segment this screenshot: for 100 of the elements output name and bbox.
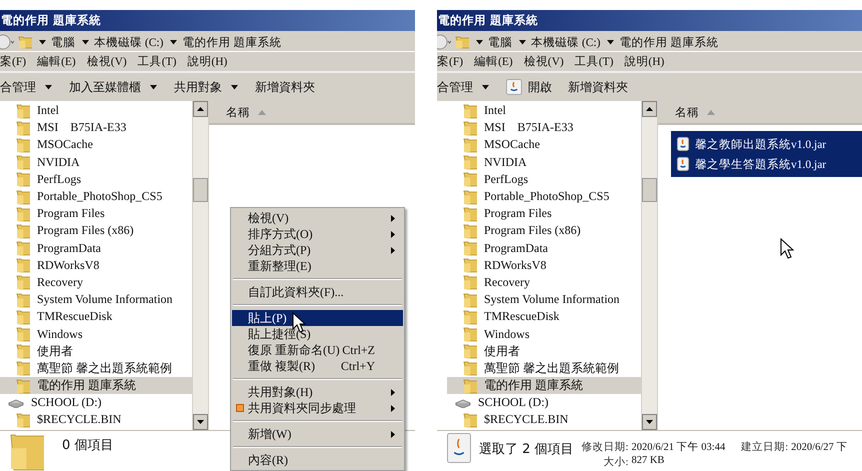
tree-item[interactable]: System Volume Information [0,291,192,308]
tree-item[interactable]: TMRescueDisk [447,308,641,326]
status-value: 2020/6/21 下午 03:44 [631,440,726,454]
tree-item[interactable]: $RECYCLE.BIN [0,411,192,429]
toolbar-button[interactable]: 加入至媒體櫃 [69,78,158,96]
tree-item[interactable]: Windows [0,325,192,343]
folder-icon [463,308,477,325]
tree-item[interactable]: 電的作用 題庫系統 [0,377,192,394]
tree-item[interactable]: Recovery [0,274,192,292]
scrollbar-track[interactable] [641,101,657,430]
tree-item[interactable]: MSOCache [0,136,192,154]
caret-icon [39,40,46,44]
address-bar[interactable]: 電腦 本機磁碟 (C:) 電的作用 題庫系統 [0,33,415,52]
tree-item[interactable]: Program Files [0,205,192,222]
toolbar-button[interactable]: 開啟 [506,78,552,96]
tree-item[interactable]: System Volume Information [447,291,641,308]
toolbar-button[interactable]: 新增資料夾 [568,78,628,96]
tree-item[interactable]: 萬聖節 馨之出題系統範例 [0,360,192,377]
menu-item[interactable]: 案(F) [437,54,464,69]
toolbar-button[interactable]: 合管理 [0,78,53,96]
folder-icon [463,240,477,256]
context-menu-item[interactable]: 重新整理(E) [232,258,403,274]
scrollbar-thumb[interactable] [193,178,208,202]
mouse-cursor-icon [780,238,794,260]
tree-item[interactable]: Portable_PhotoShop_CS5 [447,188,641,206]
tree-item[interactable]: 電的作用 題庫系統 [447,377,641,394]
toolbar-button[interactable]: 共用對象 [174,78,239,96]
address-bar[interactable]: 電腦 本機磁碟 (C:) 電的作用 題庫系統 [437,33,862,52]
menu-item[interactable]: 說明(H) [187,54,228,69]
tree-item[interactable]: RDWorksV8 [0,256,192,274]
breadcrumb-item[interactable]: 電腦 [51,34,75,50]
menu-item[interactable]: 說明(H) [624,54,664,69]
tree-item[interactable]: MSOCache [447,136,641,154]
context-menu-item[interactable]: 貼上捷徑(S) [232,326,403,342]
scrollbar-track[interactable] [192,101,208,430]
tree-item[interactable]: Program Files (x86) [447,222,641,240]
tree-item[interactable]: MSI B75IA-E33 [0,119,192,136]
menu-item[interactable]: 工具(T) [574,54,614,69]
tree-item[interactable]: Portable_PhotoShop_CS5 [0,188,192,206]
window-title: 電的作用 題庫系統 [437,10,862,31]
context-menu-item[interactable]: 檢視(V) [232,210,403,226]
context-menu-item[interactable]: 共用對象(H) [232,384,403,400]
breadcrumb-item[interactable]: 電的作用 題庫系統 [619,34,718,50]
folder-icon [463,257,477,274]
breadcrumb-item[interactable]: 電腦 [488,34,512,50]
context-menu-item[interactable]: 自訂此資料夾(F)... [232,284,403,300]
tree-item[interactable]: Intel [447,102,641,120]
tree-item[interactable]: MSI B75IA-E33 [447,119,641,136]
breadcrumb-item[interactable]: 電的作用 題庫系統 [182,34,282,50]
menu-item[interactable]: 工具(T) [138,54,176,69]
window-title: 電的作用 題庫系統 [0,10,415,31]
context-menu-item[interactable]: 內容(R) [232,452,403,468]
tree-item[interactable]: Program Files [447,205,641,222]
status-label: 建立日期: [741,440,788,454]
tree-item[interactable]: 使用者 [447,342,641,360]
file-item[interactable]: 馨之教師出題系統v1.0.jar [671,134,862,154]
folder-icon [463,360,477,376]
breadcrumb-item[interactable]: 本機磁碟 (C:) [531,34,600,50]
folder-icon [463,326,477,342]
tree-item[interactable]: SCHOOL (D:) [0,394,192,412]
scrollbar-thumb[interactable] [642,178,657,202]
context-menu-item[interactable]: 共用資料夾同步處理 [232,400,403,416]
menu-item[interactable]: 檢視(V) [524,54,564,69]
tree-item[interactable]: 使用者 [0,342,192,360]
breadcrumb-item[interactable]: 本機磁碟 (C:) [94,34,164,50]
menu-item[interactable]: 檢視(V) [86,54,127,69]
toolbar-button[interactable]: 新增資料夾 [255,78,315,96]
tree-item[interactable]: RDWorksV8 [447,256,641,274]
folder-icon [463,136,477,153]
toolbar-button[interactable]: 合管理 [437,78,490,96]
tree-item[interactable]: Intel [0,102,192,120]
shortcut-label: Ctrl+Y [340,358,375,374]
column-header[interactable]: 名稱 [658,101,862,125]
tree-item[interactable]: Program Files (x86) [0,222,192,240]
submenu-arrow-icon [391,230,395,238]
tree-item[interactable]: Recovery [447,274,641,292]
context-menu-item[interactable]: 分組方式(P) [232,242,403,258]
tree-item[interactable]: PerfLogs [447,170,641,188]
tree-item[interactable]: TMRescueDisk [0,308,192,326]
menu-item[interactable]: 案(F) [0,54,26,69]
menu-item[interactable]: 編輯(E) [37,54,76,69]
file-item[interactable]: 馨之學生答題系統v1.0.jar [671,154,862,174]
tree-item[interactable]: ProgramData [447,240,641,257]
tree-item[interactable]: NVIDIA [0,154,192,171]
tree-item[interactable]: NVIDIA [447,154,641,171]
context-menu-item[interactable]: 重做 複製(R) Ctrl+Y [232,358,403,374]
tree-item[interactable]: SCHOOL (D:) [447,394,641,412]
tree-item[interactable]: ProgramData [0,240,192,257]
context-menu-item[interactable]: 復原 重新命名(U) Ctrl+Z [232,342,403,358]
tree-item[interactable]: PerfLogs [0,170,192,188]
menu-item[interactable]: 編輯(E) [474,54,513,69]
tree-item[interactable]: Windows [447,325,641,343]
folder-icon [18,35,32,49]
column-header[interactable]: 名稱 [209,101,415,125]
context-menu-item[interactable]: 排序方式(O) [232,226,403,242]
caret-icon [82,40,89,44]
tree-item[interactable]: $RECYCLE.BIN [447,411,641,429]
tree-item[interactable]: 萬聖節 馨之出題系統範例 [447,360,641,377]
context-menu-item[interactable]: 新增(W) [232,426,403,442]
folder-icon [10,433,44,471]
